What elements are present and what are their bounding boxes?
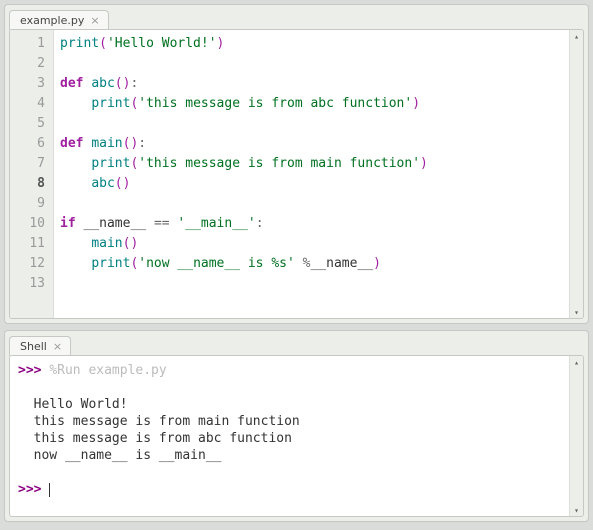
line-number: 8 [14,174,45,194]
shell-output-line: Hello World! [18,396,561,413]
line-number: 4 [14,94,45,114]
line-number: 3 [14,74,45,94]
editor-scrollbar[interactable]: ▴ ▾ [569,30,583,318]
editor-tabs: example.py × [5,5,588,29]
line-number: 11 [14,234,45,254]
tab-shell[interactable]: Shell × [9,336,71,356]
shell-output-line: now __name__ is __main__ [18,447,561,464]
close-icon[interactable]: × [53,341,62,352]
shell-scrollbar[interactable]: ▴ ▾ [569,356,583,516]
scroll-down-icon[interactable]: ▾ [570,306,583,318]
code-line [60,194,563,214]
code-line [60,54,563,74]
shell-content: >>> %Run example.py Hello World! this me… [9,355,584,517]
code-line: print('now __name__ is %s' %__name__) [60,254,563,274]
line-gutter: 12345678910111213 [10,30,54,318]
line-number: 1 [14,34,45,54]
code-line: def main(): [60,134,563,154]
code-line: print('this message is from main functio… [60,154,563,174]
line-number: 2 [14,54,45,74]
tab-label: Shell [20,340,47,353]
shell-area[interactable]: >>> %Run example.py Hello World! this me… [10,356,569,516]
scroll-up-icon[interactable]: ▴ [570,30,583,42]
code-line: print('this message is from abc function… [60,94,563,114]
line-number: 12 [14,254,45,274]
shell-output-line: this message is from main function [18,413,561,430]
code-line [60,114,563,134]
line-number: 9 [14,194,45,214]
editor-content: 12345678910111213 print('Hello World!') … [9,29,584,319]
code-line: if __name__ == '__main__': [60,214,563,234]
cursor-icon [49,483,50,497]
code-line: main() [60,234,563,254]
line-number: 13 [14,274,45,294]
code-line: abc() [60,174,563,194]
shell-tabs: Shell × [5,331,588,355]
close-icon[interactable]: × [90,15,99,26]
code-line: print('Hello World!') [60,34,563,54]
shell-pane: Shell × >>> %Run example.py Hello World!… [4,330,589,522]
line-number: 6 [14,134,45,154]
shell-line [18,464,561,481]
tab-label: example.py [20,14,84,27]
tab-example-py[interactable]: example.py × [9,10,109,30]
scroll-up-icon[interactable]: ▴ [570,356,583,368]
shell-prompt-line[interactable]: >>> [18,481,561,498]
line-number: 5 [14,114,45,134]
shell-line [18,379,561,396]
editor-pane: example.py × 12345678910111213 print('He… [4,4,589,324]
shell-output-line: this message is from abc function [18,430,561,447]
scroll-down-icon[interactable]: ▾ [570,504,583,516]
code-line [60,274,563,294]
line-number: 7 [14,154,45,174]
code-line: def abc(): [60,74,563,94]
code-area[interactable]: print('Hello World!') def abc(): print('… [54,30,569,318]
shell-line: >>> %Run example.py [18,362,561,379]
line-number: 10 [14,214,45,234]
